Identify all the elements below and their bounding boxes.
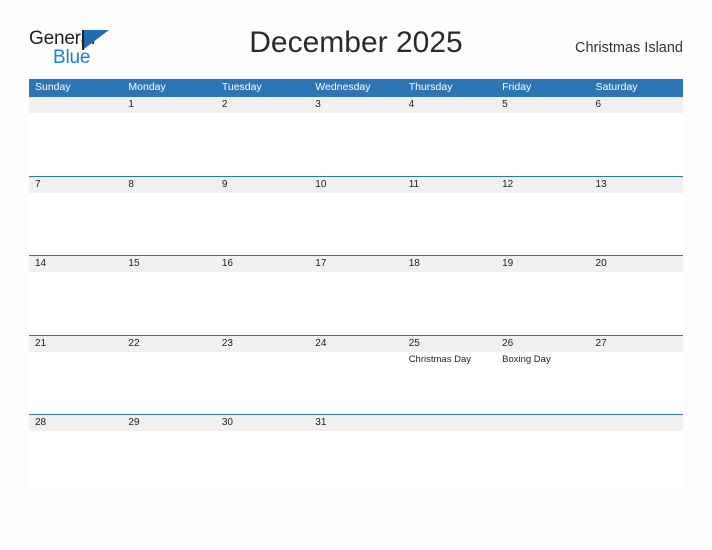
day-cell-event	[496, 272, 589, 335]
region-label: Christmas Island	[575, 40, 683, 56]
day-cell-event	[496, 431, 589, 494]
day-cell-event	[590, 113, 683, 176]
day-cell-date[interactable]: 30	[216, 415, 309, 431]
day-cell-date[interactable]: 20	[590, 256, 683, 272]
calendar-week-row: 21 22 23 24 25 26 27 Christmas Day Boxin…	[29, 334, 683, 415]
weekday-header-saturday: Saturday	[595, 81, 638, 93]
day-cell-event	[403, 431, 496, 494]
day-cell-event	[403, 272, 496, 335]
day-cell-event	[122, 113, 215, 176]
day-cell-date[interactable]	[29, 97, 122, 113]
week-date-band: 28 29 30 31	[29, 415, 683, 431]
day-cell-event	[122, 272, 215, 335]
day-cell-date[interactable]: 28	[29, 415, 122, 431]
day-cell-date[interactable]: 13	[590, 177, 683, 193]
calendar-week-row: 7 8 9 10 11 12 13	[29, 175, 683, 256]
week-event-band	[29, 193, 683, 256]
day-cell-event	[216, 193, 309, 256]
calendar-week-row: 14 15 16 17 18 19 20	[29, 255, 683, 335]
week-date-band: 7 8 9 10 11 12 13	[29, 176, 683, 193]
day-cell-event	[496, 113, 589, 176]
day-cell-date[interactable]: 22	[122, 336, 215, 352]
day-cell-date[interactable]: 12	[496, 177, 589, 193]
day-cell-event	[122, 352, 215, 415]
day-cell-date[interactable]: 5	[496, 97, 589, 113]
week-date-band: 21 22 23 24 25 26 27	[29, 335, 683, 352]
day-cell-date[interactable]: 19	[496, 256, 589, 272]
day-cell-date[interactable]	[496, 415, 589, 431]
day-cell-event	[216, 431, 309, 494]
day-cell-date[interactable]	[590, 415, 683, 431]
day-cell-event-boxing-day: Boxing Day	[502, 353, 551, 365]
day-cell-date[interactable]: 1	[122, 97, 215, 113]
day-cell-event	[122, 431, 215, 494]
day-cell-event	[309, 431, 402, 494]
calendar-grid: Sunday Monday Tuesday Wednesday Thursday…	[29, 79, 683, 494]
day-cell-date[interactable]: 6	[590, 97, 683, 113]
day-cell-event	[216, 272, 309, 335]
day-cell-date[interactable]: 18	[403, 256, 496, 272]
day-cell-date[interactable]: 3	[309, 97, 402, 113]
weekday-header-monday: Monday	[128, 81, 166, 93]
day-cell-date[interactable]: 14	[29, 256, 122, 272]
day-cell-event	[496, 193, 589, 256]
day-cell-date[interactable]: 9	[216, 177, 309, 193]
day-cell-date[interactable]: 2	[216, 97, 309, 113]
day-cell-event	[29, 193, 122, 256]
day-cell-date[interactable]: 10	[309, 177, 402, 193]
day-cell-event	[29, 113, 122, 176]
day-cell-date[interactable]: 17	[309, 256, 402, 272]
weekday-header-wednesday: Wednesday	[315, 81, 371, 93]
weekday-header-row: Sunday Monday Tuesday Wednesday Thursday…	[29, 79, 683, 96]
day-cell-date[interactable]: 23	[216, 336, 309, 352]
day-cell-event	[590, 352, 683, 415]
week-date-band: 14 15 16 17 18 19 20	[29, 256, 683, 272]
day-cell-date[interactable]: 25	[403, 336, 496, 352]
day-cell-event	[403, 193, 496, 256]
day-cell-date[interactable]: 31	[309, 415, 402, 431]
day-cell-date[interactable]: 29	[122, 415, 215, 431]
day-cell-event	[590, 431, 683, 494]
week-date-band: 1 2 3 4 5 6	[29, 97, 683, 113]
week-event-band	[29, 272, 683, 335]
day-cell-event	[590, 193, 683, 256]
day-cell-event	[216, 352, 309, 415]
weekday-header-thursday: Thursday	[408, 81, 453, 93]
day-cell-event	[29, 352, 122, 415]
day-cell-event	[122, 193, 215, 256]
day-cell-event	[29, 272, 122, 335]
day-cell-event	[309, 272, 402, 335]
day-cell-date[interactable]: 21	[29, 336, 122, 352]
day-cell-date[interactable]: 16	[216, 256, 309, 272]
weekday-header-sunday: Sunday	[35, 81, 71, 93]
day-cell-event-christmas: Christmas Day	[408, 353, 471, 365]
calendar-week-row: 1 2 3 4 5 6	[29, 96, 683, 176]
day-cell-date[interactable]: 24	[309, 336, 402, 352]
day-cell-event	[309, 352, 402, 415]
day-cell-date[interactable]	[403, 415, 496, 431]
calendar-week-row: 28 29 30 31	[29, 414, 683, 494]
day-cell-event	[309, 113, 402, 176]
day-cell-date[interactable]: 7	[29, 177, 122, 193]
calendar-page: General Blue December 2025 Christmas Isl…	[0, 0, 712, 550]
day-cell-event	[403, 113, 496, 176]
day-cell-event	[590, 272, 683, 335]
day-cell-date[interactable]: 8	[122, 177, 215, 193]
day-cell-date[interactable]: 11	[403, 177, 496, 193]
day-cell-event	[309, 193, 402, 256]
weekday-header-friday: Friday	[502, 81, 532, 93]
day-cell-date[interactable]: 26	[496, 336, 589, 352]
day-cell-date[interactable]: 4	[403, 97, 496, 113]
day-cell-date[interactable]: 15	[122, 256, 215, 272]
day-cell-date[interactable]: 27	[590, 336, 683, 352]
day-cell-event	[216, 113, 309, 176]
day-cell-event	[29, 431, 122, 494]
week-event-band	[29, 113, 683, 176]
week-event-band: Christmas Day Boxing Day	[29, 352, 683, 415]
page-header: General Blue December 2025 Christmas Isl…	[29, 26, 683, 74]
week-event-band	[29, 431, 683, 494]
weekday-header-tuesday: Tuesday	[221, 81, 262, 93]
